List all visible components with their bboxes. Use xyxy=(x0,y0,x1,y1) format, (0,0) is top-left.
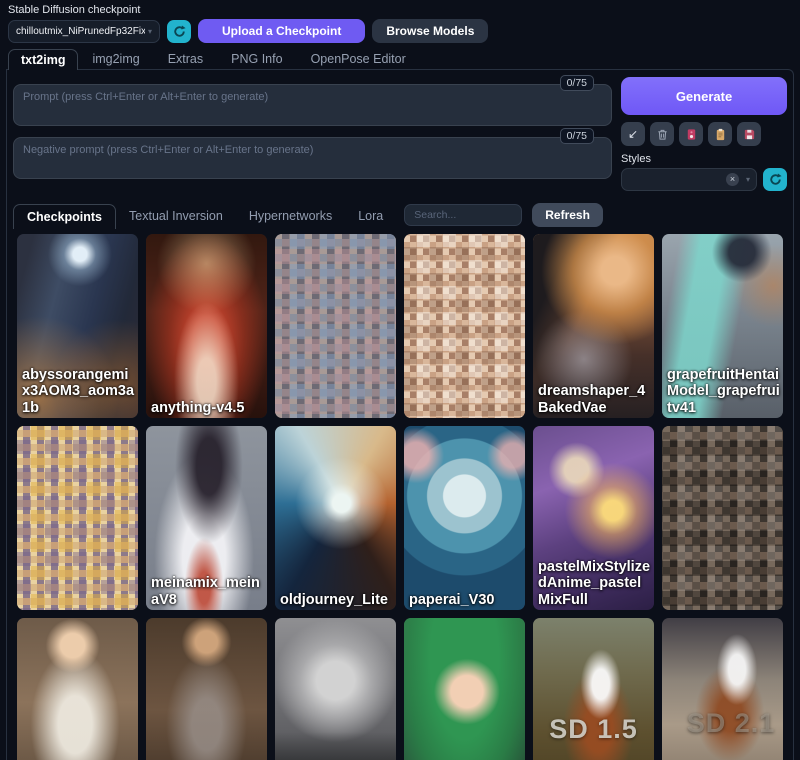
checkpoint-select[interactable]: chilloutmix_NiPrunedFp32Fix.safeter ▾ xyxy=(8,20,160,43)
model-card[interactable]: oldjourney_Lite xyxy=(275,426,396,610)
prompt-input[interactable] xyxy=(13,84,612,126)
model-card-name: pastelMixStylizedAnime_pastelMixFull xyxy=(538,559,652,608)
model-card-censored[interactable] xyxy=(404,234,525,418)
model-card-name: meinamix_meinaV8 xyxy=(151,575,265,608)
model-card-name: dreamshaper_4BakedVae xyxy=(538,383,652,416)
model-card-name: grapefruitHentaiModel_grapefruitv41 xyxy=(667,367,781,416)
floppy-disk-icon xyxy=(743,128,756,141)
read-generation-params-button[interactable]: ↙ xyxy=(621,122,645,146)
checkpoint-label: Stable Diffusion checkpoint xyxy=(8,4,792,16)
model-card-censored[interactable] xyxy=(662,426,783,610)
model-card[interactable]: revAnimated_v11 xyxy=(404,618,525,760)
tab-txt2img[interactable]: txt2img xyxy=(8,49,78,70)
refresh-models-button[interactable]: Refresh xyxy=(532,203,603,227)
model-card[interactable]: SD 2.1 v2-1_768-ema-pruned xyxy=(662,618,783,760)
model-card[interactable]: pastelMixStylizedAnime_pastelMixFull xyxy=(533,426,654,610)
tab-hypernetworks[interactable]: Hypernetworks xyxy=(236,204,345,228)
model-card[interactable]: paperai_V30 xyxy=(404,426,525,610)
model-thumbnail xyxy=(275,426,396,610)
model-card[interactable]: grapefruitHentaiModel_grapefruitv41 xyxy=(662,234,783,418)
model-card[interactable]: SD 1.5 v1-5-pruned-emaonly xyxy=(533,618,654,760)
extra-networks-button[interactable] xyxy=(679,122,703,146)
tab-png-info[interactable]: PNG Info xyxy=(217,49,296,69)
model-card[interactable]: abyssorangemix3AOM3_aom3a1b xyxy=(17,234,138,418)
arrow-down-left-icon: ↙ xyxy=(628,127,638,141)
model-thumbnail xyxy=(404,426,525,610)
model-card-name: abyssorangemix3AOM3_aom3a1b xyxy=(22,367,136,416)
model-card-name: paperai_V30 xyxy=(409,592,523,608)
generate-button[interactable]: Generate xyxy=(621,77,787,115)
main-tab-bar: txt2img img2img Extras PNG Info OpenPose… xyxy=(8,49,800,69)
checkpoint-card-grid: abyssorangemix3AOM3_aom3a1b anything-v4.… xyxy=(13,234,787,760)
model-card-name: oldjourney_Lite xyxy=(280,592,394,608)
censored-thumbnail xyxy=(404,234,525,418)
chevron-down-icon: ▾ xyxy=(746,175,750,184)
refresh-styles-button[interactable] xyxy=(763,168,787,191)
censored-thumbnail xyxy=(17,426,138,610)
clear-styles-icon[interactable]: × xyxy=(726,173,739,186)
flower-card-icon xyxy=(685,128,698,141)
header: Stable Diffusion checkpoint chilloutmix_… xyxy=(0,0,800,43)
model-thumbnail xyxy=(275,618,396,760)
refresh-icon xyxy=(173,25,186,38)
sd21-watermark: SD 2.1 xyxy=(679,708,783,739)
model-card[interactable]: realisticVisionV13_v13 xyxy=(275,618,396,760)
tab-checkpoints[interactable]: Checkpoints xyxy=(13,204,116,229)
txt2img-panel: 0/75 0/75 Generate ↙ xyxy=(6,69,794,760)
tab-img2img[interactable]: img2img xyxy=(78,49,153,69)
refresh-checkpoints-button[interactable] xyxy=(167,20,191,43)
styles-select[interactable]: × ▾ xyxy=(621,168,757,191)
model-thumbnail xyxy=(404,618,525,760)
extra-networks-tab-bar: Checkpoints Textual Inversion Hypernetwo… xyxy=(13,202,787,228)
model-card[interactable]: anything-v4.5 xyxy=(146,234,267,418)
model-card-censored[interactable] xyxy=(275,234,396,418)
browse-models-button[interactable]: Browse Models xyxy=(372,19,488,43)
model-thumbnail xyxy=(146,618,267,760)
refresh-icon xyxy=(769,173,782,186)
tab-textual-inversion[interactable]: Textual Inversion xyxy=(116,204,236,228)
model-card[interactable]: protogenV22Anime_22 xyxy=(17,618,138,760)
model-thumbnail xyxy=(17,618,138,760)
apply-styles-button[interactable] xyxy=(708,122,732,146)
negative-prompt-token-counter: 0/75 xyxy=(560,128,594,144)
upload-checkpoint-button[interactable]: Upload a Checkpoint xyxy=(198,19,365,43)
model-card[interactable]: protogenX34Photorealism_1 xyxy=(146,618,267,760)
censored-thumbnail xyxy=(275,234,396,418)
prompt-token-counter: 0/75 xyxy=(560,75,594,91)
model-card-censored[interactable] xyxy=(17,426,138,610)
sd15-watermark: SD 1.5 xyxy=(533,714,654,745)
model-card[interactable]: dreamshaper_4BakedVae xyxy=(533,234,654,418)
censored-thumbnail xyxy=(662,426,783,610)
trash-icon xyxy=(656,128,669,141)
checkpoint-select-value: chilloutmix_NiPrunedFp32Fix.safeter xyxy=(16,26,145,37)
search-input[interactable] xyxy=(404,204,522,226)
negative-prompt-input[interactable] xyxy=(13,137,612,179)
tab-extras[interactable]: Extras xyxy=(154,49,217,69)
model-thumbnail xyxy=(146,234,267,418)
tab-openpose-editor[interactable]: OpenPose Editor xyxy=(297,49,420,69)
chevron-down-icon: ▾ xyxy=(148,27,152,36)
clipboard-icon xyxy=(714,128,727,141)
tab-lora[interactable]: Lora xyxy=(345,204,396,228)
save-style-button[interactable] xyxy=(737,122,761,146)
styles-label: Styles xyxy=(621,153,787,165)
clear-prompt-button[interactable] xyxy=(650,122,674,146)
model-card-name: anything-v4.5 xyxy=(151,400,265,416)
model-card[interactable]: meinamix_meinaV8 xyxy=(146,426,267,610)
